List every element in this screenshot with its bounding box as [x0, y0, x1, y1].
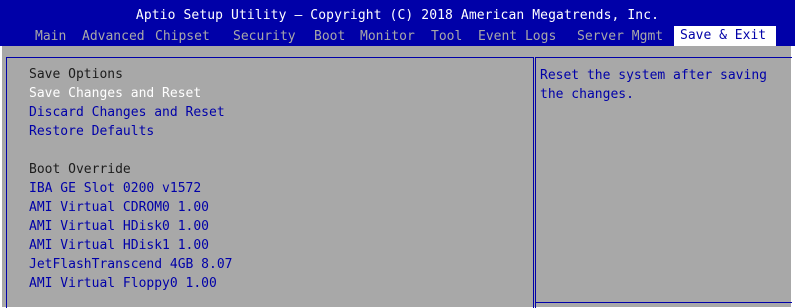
save-changes-and-reset-item[interactable]: Save Changes and Reset: [29, 85, 201, 103]
section-heading-boot-override: Boot Override: [29, 162, 131, 177]
boot-override-item[interactable]: JetFlashTranscend 4GB 8.07: [29, 256, 233, 274]
header-bar: Aptio Setup Utility – Copyright (C) 2018…: [0, 0, 795, 46]
help-text: Reset the system after saving the change…: [540, 68, 767, 102]
tab-boot[interactable]: Boot: [308, 28, 351, 46]
tab-monitor[interactable]: Monitor: [354, 28, 421, 46]
content-area: Save Options Save Changes and Reset Disc…: [2, 46, 792, 308]
tab-save-exit[interactable]: Save & Exit: [674, 26, 776, 46]
help-panel-divider: [536, 302, 792, 303]
help-panel: Reset the system after saving the change…: [535, 57, 792, 308]
boot-override-item[interactable]: AMI Virtual HDisk0 1.00: [29, 218, 209, 236]
bios-setup-screen: Aptio Setup Utility – Copyright (C) 2018…: [0, 0, 795, 308]
restore-defaults-item[interactable]: Restore Defaults: [29, 123, 154, 141]
boot-override-item[interactable]: AMI Virtual HDisk1 1.00: [29, 237, 209, 255]
tab-main[interactable]: Main: [29, 28, 72, 46]
boot-override-item[interactable]: AMI Virtual Floppy0 1.00: [29, 275, 217, 293]
tab-security[interactable]: Security: [227, 28, 302, 46]
top-menu: Main Advanced Chipset Security Boot Moni…: [0, 26, 795, 46]
tab-advanced[interactable]: Advanced: [76, 28, 151, 46]
tab-server-mgmt[interactable]: Server Mgmt: [571, 28, 669, 46]
tab-tool[interactable]: Tool: [425, 28, 468, 46]
discard-changes-and-reset-item[interactable]: Discard Changes and Reset: [29, 104, 225, 122]
tab-chipset[interactable]: Chipset: [149, 28, 216, 46]
section-heading-save-options: Save Options: [29, 67, 123, 82]
boot-override-item[interactable]: AMI Virtual CDROM0 1.00: [29, 199, 209, 217]
options-panel: Save Options Save Changes and Reset Disc…: [6, 57, 534, 308]
boot-override-item[interactable]: IBA GE Slot 0200 v1572: [29, 180, 201, 198]
utility-title: Aptio Setup Utility – Copyright (C) 2018…: [135, 8, 660, 23]
tab-event-logs[interactable]: Event Logs: [472, 28, 562, 46]
